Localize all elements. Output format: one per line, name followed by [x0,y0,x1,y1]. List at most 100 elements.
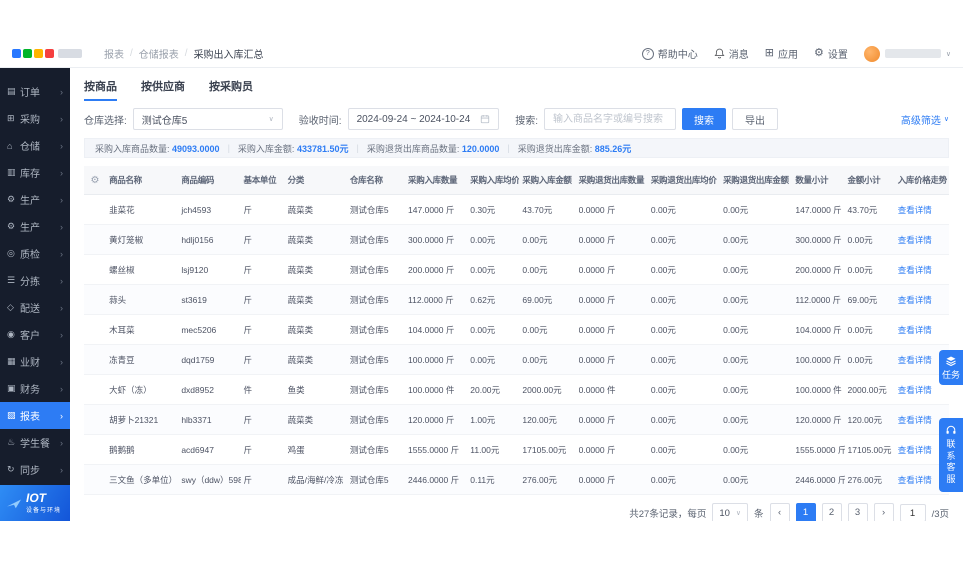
breadcrumb-item[interactable]: 采购出入库汇总 [194,46,264,61]
sidebar-item-production-2[interactable]: ⚙生产› [0,213,70,240]
date-range-input[interactable]: 2024-09-24 ~ 2024-10-24 [348,108,500,130]
cell: 测试仓库5 [347,195,405,225]
apps-button[interactable]: ⊞ 应用 [765,46,798,61]
cell: 0.00元 [720,255,792,285]
column-settings-icon[interactable]: ⚙ [91,175,100,186]
task-widget[interactable]: 任务 [939,350,963,385]
cell: 1555.0000 斤 [792,435,844,465]
cell: 斤 [241,465,285,495]
sidebar-item-finance[interactable]: ▣财务› [0,375,70,402]
table-header-row: ⚙ 商品名称商品编码基本单位分类仓库名称采购入库数量采购入库均价采购入库金额采购… [84,166,949,195]
advanced-filter-toggle[interactable]: 高级筛选 ∨ [901,112,949,127]
search-input[interactable] [544,108,676,130]
view-detail-link[interactable]: 查看详情 [898,475,932,485]
column-header: 商品名称 [106,166,178,195]
sidebar-item-quality[interactable]: ◎质检› [0,240,70,267]
next-page-button[interactable]: › [874,503,894,521]
cell: 0.00元 [720,285,792,315]
search-button[interactable]: 搜索 [682,108,726,130]
view-detail-link[interactable]: 查看详情 [898,265,932,275]
page-button-3[interactable]: 3 [848,503,868,521]
chevron-right-icon: › [60,249,63,259]
view-detail-link[interactable]: 查看详情 [898,385,932,395]
page-size-select[interactable]: 10 ∨ [712,503,748,521]
page-total-label: /3页 [932,506,949,520]
chevron-right-icon: › [60,384,63,394]
delivery-icon: ◇ [7,302,20,313]
cell: 蔬菜类 [285,285,347,315]
cell: 0.00元 [720,375,792,405]
app-window: 报表/仓储报表/采购出入库汇总 ? 帮助中心 消息 ⊞ 应用 ⚙ 设置 [0,40,963,521]
sidebar-item-label: 分拣 [20,273,60,288]
sidebar-item-sorting[interactable]: ☰分拣› [0,267,70,294]
date-label: 验收时间: [299,112,342,127]
cell: 蔬菜类 [285,195,347,225]
export-button[interactable]: 导出 [732,108,778,130]
table-row: 韭菜花jch4593斤蔬菜类测试仓库5147.0000 斤0.30元43.70元… [84,195,949,225]
chevron-right-icon: › [60,276,63,286]
cell: 147.0000 斤 [792,195,844,225]
view-detail-link[interactable]: 查看详情 [898,295,932,305]
view-detail-link[interactable]: 查看详情 [898,415,932,425]
view-detail-link[interactable]: 查看详情 [898,235,932,245]
sidebar-item-orders[interactable]: ▤订单› [0,78,70,105]
cell: 测试仓库5 [347,435,405,465]
filter-bar: 仓库选择: 测试仓库5 ∨ 验收时间: 2024-09-24 ~ 2024-10… [70,101,963,130]
inventory-icon: ▥ [7,167,20,178]
view-detail-link[interactable]: 查看详情 [898,205,932,215]
row-gutter [84,315,106,345]
sidebar-item-reports[interactable]: ▧报表› [0,402,70,429]
finance-icon: ▣ [7,383,20,394]
sidebar-item-customers[interactable]: ◉客户› [0,321,70,348]
sidebar-item-delivery[interactable]: ◇配送› [0,294,70,321]
page-button-1[interactable]: 1 [796,503,816,521]
tab-0[interactable]: 按商品 [84,78,117,101]
sidebar-item-label: 报表 [20,408,60,423]
settings-button[interactable]: ⚙ 设置 [814,46,848,61]
sidebar-item-student-meals[interactable]: ♨学生餐› [0,429,70,456]
prev-page-button[interactable]: ‹ [770,503,790,521]
cell: 0.00元 [845,345,895,375]
cell: 测试仓库5 [347,345,405,375]
page-jump-input[interactable] [900,504,926,521]
sidebar-item-label: 配送 [20,300,60,315]
tab-2[interactable]: 按采购员 [209,78,253,101]
cell: 斤 [241,225,285,255]
cell: 查看详情 [895,225,949,255]
cell: 蔬菜类 [285,345,347,375]
quality-icon: ◎ [7,248,20,259]
breadcrumb-item[interactable]: 报表 [104,46,124,61]
purchase-summary-table: ⚙ 商品名称商品编码基本单位分类仓库名称采购入库数量采购入库均价采购入库金额采购… [84,166,949,495]
breadcrumb-item[interactable]: 仓储报表 [139,46,179,61]
sidebar-item-label: 学生餐 [20,435,60,450]
sidebar-item-production[interactable]: ⚙生产› [0,186,70,213]
cell: 蔬菜类 [285,405,347,435]
warehouse-select[interactable]: 测试仓库5 ∨ [133,108,283,130]
user-menu[interactable]: ∨ [864,46,951,62]
page-button-2[interactable]: 2 [822,503,842,521]
sidebar-item-procurement[interactable]: ⊞采购› [0,105,70,132]
sidebar-item-sync[interactable]: ↻同步› [0,456,70,483]
sidebar-item-biz-finance[interactable]: ▦业财› [0,348,70,375]
sidebar-item-inventory[interactable]: ▥库存› [0,159,70,186]
page-size-value: 10 [719,508,730,519]
sidebar-item-warehouse[interactable]: ⌂仓储› [0,132,70,159]
cell: 0.00元 [467,315,519,345]
contact-support-widget[interactable]: 联系客服 [939,418,963,492]
messages-button[interactable]: 消息 [714,46,749,61]
column-header: 分类 [285,166,347,195]
header-actions: ? 帮助中心 消息 ⊞ 应用 ⚙ 设置 ∨ [642,46,951,62]
tab-1[interactable]: 按供应商 [141,78,185,101]
logo-tile-red [45,49,54,58]
view-detail-link[interactable]: 查看详情 [898,325,932,335]
cell: 查看详情 [895,285,949,315]
summary-separator: | [356,143,358,153]
cell: lsj9120 [178,255,240,285]
view-detail-link[interactable]: 查看详情 [898,355,932,365]
sync-icon: ↻ [7,464,20,475]
cell: 0.0000 件 [576,375,648,405]
cell: swy（ddw）5980 [178,465,240,495]
help-center-button[interactable]: ? 帮助中心 [642,46,698,61]
cell: 0.0000 斤 [576,195,648,225]
view-detail-link[interactable]: 查看详情 [898,445,932,455]
